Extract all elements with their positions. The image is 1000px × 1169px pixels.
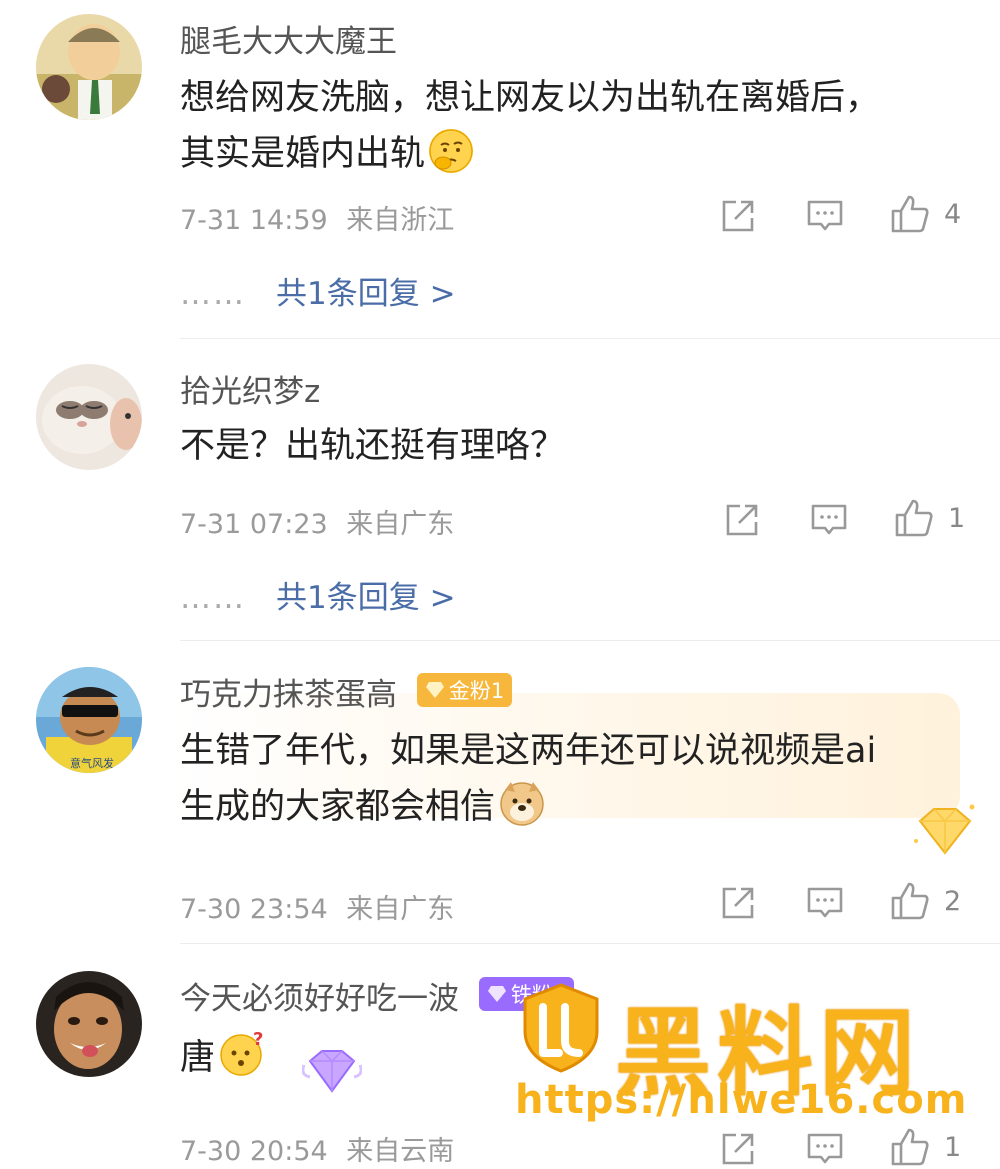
like-button[interactable]: 4 (890, 194, 961, 234)
share-icon (722, 1133, 754, 1165)
comment-text: 想给网友洗脑，想让网友以为出轨在离婚后， 其实是婚内出轨 (180, 70, 880, 182)
comment-line: 想给网友洗脑，想让网友以为出轨在离婚后， (180, 78, 881, 118)
share-button[interactable] (720, 1129, 756, 1169)
divider (180, 338, 1000, 339)
username-text: 巧克力抹茶蛋高 (180, 677, 397, 713)
view-replies-link[interactable]: …… 共1条回复 > (180, 572, 456, 617)
thumbs-up-icon (891, 882, 929, 920)
svg-text:?: ? (253, 1029, 263, 1050)
confused-emoji: ? (219, 1029, 263, 1076)
comment-location: 来自云南 (346, 1136, 455, 1167)
fan-badge-label: 金粉1 (448, 679, 505, 703)
comment-line: 生错了年代，如果是这两年还可以说视频是ai (180, 731, 877, 771)
comment-meta: 7-31 14:59 来自浙江 (180, 198, 454, 237)
share-icon (726, 504, 758, 536)
comment-line: 其实是婚内出轨 (180, 126, 880, 182)
comment-icon (807, 200, 843, 231)
comment-meta: 7-31 07:23 来自广东 (180, 502, 454, 541)
comment-location: 来自广东 (346, 509, 455, 540)
comment-line: 不是？出轨还挺有理咯？ (180, 426, 566, 466)
avatar[interactable] (36, 364, 142, 470)
like-count: 1 (944, 1131, 962, 1163)
username[interactable]: 拾光织梦z (180, 366, 320, 411)
username[interactable]: 腿毛大大大魔王 (180, 16, 397, 61)
avatar[interactable] (36, 14, 142, 120)
reply-count-text: 共1条回复 > (276, 580, 456, 616)
comment-line-text: 生成的大家都会相信 (180, 787, 496, 827)
doge-emoji (499, 780, 544, 826)
like-button[interactable]: 1 (890, 1127, 961, 1167)
diamond-icon (487, 986, 506, 1002)
like-button[interactable]: 2 (890, 881, 961, 921)
watermark-logo-icon (523, 983, 599, 1073)
comment-line-text: 唐 (180, 1038, 216, 1078)
comment-line: 生成的大家都会相信 (180, 779, 876, 835)
thumbs-up-icon (891, 195, 929, 233)
share-icon (722, 200, 754, 232)
reply-dots: …… (180, 580, 246, 616)
thumbs-up-icon (895, 499, 933, 537)
like-count: 1 (948, 502, 966, 534)
comment-text: 不是？出轨还挺有理咯？ (180, 418, 565, 474)
share-button[interactable] (720, 883, 756, 923)
comment-text: 唐 ? (180, 1029, 263, 1086)
comment-location: 来自广东 (346, 894, 455, 925)
watermark: 黑料网 https://hlwe16.com (515, 975, 975, 1125)
comment-meta: 7-30 20:54 来自云南 (180, 1129, 454, 1168)
comment-button[interactable] (806, 883, 844, 923)
username-text: 今天必须好好吃一波 (180, 981, 459, 1017)
comment-item: 腿毛大大大魔王 想给网友洗脑，想让网友以为出轨在离婚后， 其实是婚内出轨 7-3… (0, 0, 1000, 340)
comment-time: 7-30 23:54 (180, 894, 328, 925)
comment-location: 来自浙江 (346, 205, 455, 236)
avatar[interactable] (36, 971, 142, 1077)
divider (180, 640, 1000, 641)
comment-icon (807, 887, 843, 918)
like-count: 2 (944, 885, 962, 917)
svg-text:意气风发: 意气风发 (70, 756, 114, 770)
reply-count-text: 共1条回复 > (276, 276, 456, 312)
comment-button[interactable] (806, 196, 844, 236)
avatar[interactable]: 意气风发 (36, 667, 142, 773)
share-icon (722, 887, 754, 919)
thumbs-up-icon (891, 1128, 929, 1166)
comment-time: 7-31 14:59 (180, 205, 328, 236)
comment-line: 唐 ? (180, 1029, 263, 1086)
comment-meta: 7-30 23:54 来自广东 (180, 887, 454, 926)
fan-badge[interactable]: 金粉1 (416, 673, 513, 707)
thinking-emoji (429, 129, 474, 173)
comment-icon (807, 1133, 843, 1164)
comment-time: 7-30 20:54 (180, 1136, 328, 1167)
reply-dots: …… (180, 276, 246, 312)
share-button[interactable] (720, 196, 756, 236)
share-button[interactable] (724, 500, 760, 540)
like-count: 4 (944, 198, 962, 230)
diamond-icon (425, 682, 444, 698)
like-button[interactable]: 1 (894, 498, 965, 538)
view-replies-link[interactable]: …… 共1条回复 > (180, 268, 456, 313)
gold-fan-crown-icon (914, 804, 975, 855)
comment-icon (811, 504, 847, 535)
comment-button[interactable] (810, 500, 848, 540)
iron-fan-crown-icon (302, 1050, 362, 1093)
comment-item: 意气风发 巧克力抹茶蛋高 金粉1 生错了年代，如果是这两年还可以说视频是ai 生… (0, 643, 1000, 945)
comment-text: 生错了年代，如果是这两年还可以说视频是ai 生成的大家都会相信 (180, 723, 876, 835)
username[interactable]: 巧克力抹茶蛋高 金粉1 (180, 669, 513, 714)
comment-item: 拾光织梦z 不是？出轨还挺有理咯？ 7-31 07:23 来自广东 1 …… 共1… (0, 340, 1000, 643)
divider (180, 943, 1000, 944)
watermark-url: https://hlwe16.com (515, 1077, 968, 1123)
comment-time: 7-31 07:23 (180, 509, 328, 540)
comment-button[interactable] (806, 1129, 844, 1169)
comment-line-text: 其实是婚内出轨 (180, 134, 426, 174)
